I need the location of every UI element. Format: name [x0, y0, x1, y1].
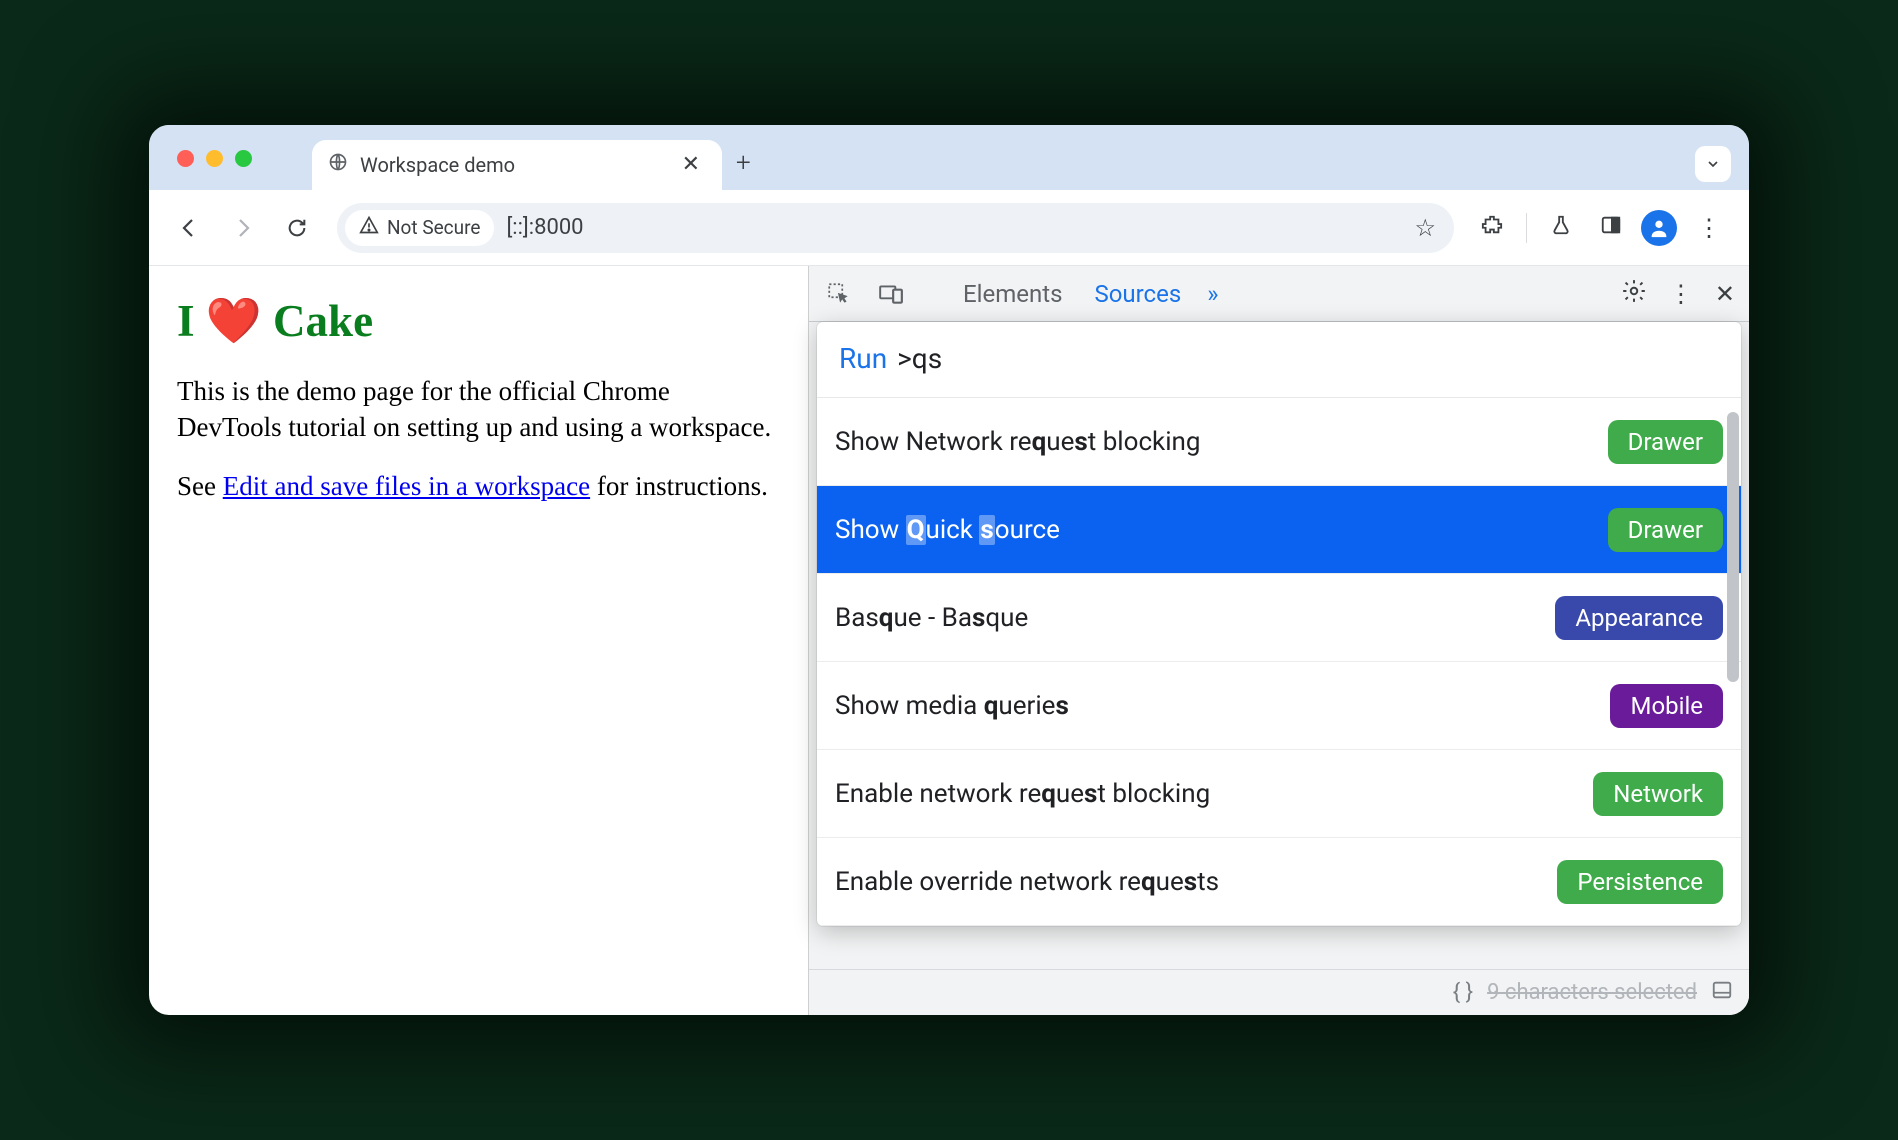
device-toggle-icon[interactable]: [875, 281, 907, 307]
globe-icon: [328, 152, 348, 178]
command-item-label: Show Quick source: [835, 515, 1594, 545]
browser-tab[interactable]: Workspace demo ✕: [312, 140, 722, 190]
tab-title: Workspace demo: [360, 153, 666, 177]
devtools-menu-icon[interactable]: ⋮: [1669, 280, 1693, 308]
page-heading: I ❤️ Cake: [177, 294, 780, 347]
command-input-row[interactable]: Run >qs: [817, 322, 1741, 398]
window-maximize-button[interactable]: [235, 150, 252, 167]
rendered-page: I ❤️ Cake This is the demo page for the …: [149, 266, 809, 1015]
profile-avatar[interactable]: [1641, 210, 1677, 246]
para2-post: for instructions.: [590, 471, 768, 501]
page-paragraph-1: This is the demo page for the official C…: [177, 373, 780, 446]
command-item-badge: Drawer: [1608, 420, 1723, 464]
titlebar: Workspace demo ✕ +: [149, 125, 1749, 190]
labs-icon[interactable]: [1541, 214, 1581, 242]
devtools-statusbar: { } 9 characters selected: [809, 969, 1749, 1015]
command-menu: Run >qs Show Network request blocking Dra…: [817, 322, 1741, 926]
tab-close-icon[interactable]: ✕: [678, 154, 704, 176]
command-item-label: Show media queries: [835, 691, 1596, 721]
traffic-lights: [177, 150, 252, 167]
browser-window: Workspace demo ✕ + Not Secure [::]:8000: [149, 125, 1749, 1015]
bookmark-star-icon[interactable]: ☆: [1414, 214, 1436, 242]
devtools-panel: Elements Sources » ⋮ ✕ Run >qs Show Netw…: [809, 266, 1749, 1015]
para2-pre: See: [177, 471, 223, 501]
command-results: Show Network request blockingDrawerShow …: [817, 398, 1741, 926]
security-label: Not Secure: [387, 216, 480, 239]
devtools-right-controls: ⋮ ✕: [1621, 278, 1735, 310]
settings-gear-icon[interactable]: [1621, 278, 1647, 310]
command-item-badge: Appearance: [1555, 596, 1723, 640]
security-chip[interactable]: Not Secure: [345, 210, 494, 246]
command-item[interactable]: Basque - Basque Appearance: [817, 574, 1741, 662]
dock-side-icon[interactable]: [1711, 979, 1733, 1007]
page-paragraph-2: See Edit and save files in a workspace f…: [177, 468, 780, 504]
extensions-icon[interactable]: [1472, 214, 1512, 242]
command-item-label: Basque - Basque: [835, 603, 1541, 633]
command-item[interactable]: Show Quick source Drawer: [817, 486, 1741, 574]
warning-icon: [359, 215, 379, 240]
command-item-badge: Persistence: [1557, 860, 1723, 904]
command-item-label: Enable override network requests: [835, 867, 1543, 897]
address-toolbar: Not Secure [::]:8000 ☆ ⋮: [149, 190, 1749, 266]
toolbar-divider: [1526, 213, 1527, 243]
url-text: [::]:8000: [506, 215, 583, 240]
tab-sources[interactable]: Sources: [1088, 280, 1187, 308]
tab-elements[interactable]: Elements: [957, 280, 1068, 308]
command-item-badge: Network: [1593, 772, 1723, 816]
status-selection-text: 9 characters selected: [1487, 980, 1697, 1005]
address-bar[interactable]: Not Secure [::]:8000 ☆: [337, 203, 1454, 253]
browser-menu-icon[interactable]: ⋮: [1687, 214, 1731, 242]
forward-button[interactable]: [221, 206, 265, 250]
window-minimize-button[interactable]: [206, 150, 223, 167]
command-item[interactable]: Show Network request blocking Drawer: [817, 398, 1741, 486]
new-tab-button[interactable]: +: [736, 148, 751, 178]
command-item-label: Enable network request blocking: [835, 779, 1579, 809]
content-area: I ❤️ Cake This is the demo page for the …: [149, 266, 1749, 1015]
more-tabs-icon[interactable]: »: [1207, 280, 1218, 308]
reload-button[interactable]: [275, 206, 319, 250]
command-query: >qs: [897, 342, 942, 375]
window-close-button[interactable]: [177, 150, 194, 167]
scrollbar-thumb[interactable]: [1727, 412, 1739, 682]
command-item[interactable]: Enable override network requests Persiste…: [817, 838, 1741, 926]
side-panel-icon[interactable]: [1591, 214, 1631, 242]
devtools-tabbar: Elements Sources » ⋮ ✕: [809, 266, 1749, 322]
devtools-close-icon[interactable]: ✕: [1715, 280, 1735, 308]
run-label: Run: [839, 342, 887, 375]
brackets-icon[interactable]: { }: [1453, 980, 1473, 1005]
command-item-badge: Mobile: [1610, 684, 1723, 728]
command-item-badge: Drawer: [1608, 508, 1723, 552]
tutorial-link[interactable]: Edit and save files in a workspace: [223, 471, 590, 501]
tabs-dropdown-icon[interactable]: [1695, 146, 1731, 182]
back-button[interactable]: [167, 206, 211, 250]
command-item-label: Show Network request blocking: [835, 427, 1594, 457]
command-item[interactable]: Show media queries Mobile: [817, 662, 1741, 750]
inspect-icon[interactable]: [823, 281, 855, 307]
command-item[interactable]: Enable network request blocking Network: [817, 750, 1741, 838]
